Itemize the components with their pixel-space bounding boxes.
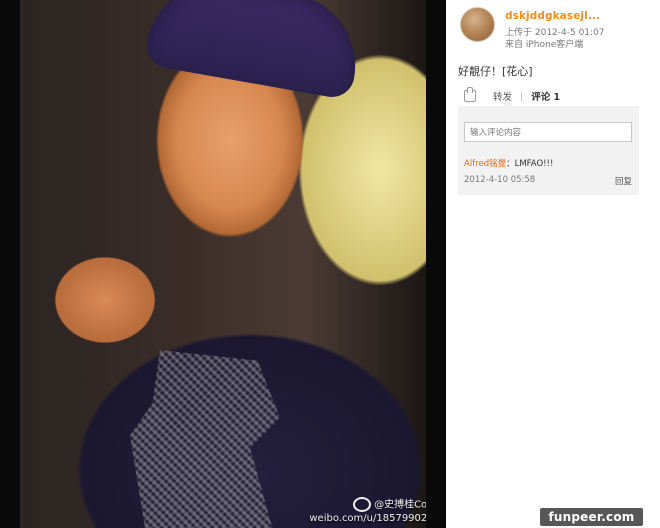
thumb-up-icon[interactable]: [464, 87, 476, 102]
comment-input[interactable]: [464, 122, 632, 142]
comment-section: Alfred铭覺：LMFAO!!! 2012-4-10 05:58 回复: [458, 100, 639, 195]
watermark-url: weibo.com/u/1857990262: [309, 513, 426, 524]
watermark-handle: @史搏桂Coffy: [374, 499, 426, 511]
reply-button[interactable]: 回复: [615, 175, 632, 187]
selfie-photo: @史搏桂Coffy weibo.com/u/1857990262: [20, 0, 426, 528]
weibo-icon: [353, 497, 372, 512]
comment-item: Alfred铭覺：LMFAO!!!: [464, 157, 553, 169]
avatar[interactable]: [460, 7, 495, 42]
photo-frame: @史搏桂Coffy weibo.com/u/1857990262: [0, 0, 446, 528]
post-caption: 好靚仔！[花心]: [458, 65, 533, 78]
username-link[interactable]: dskjddgkasejl...: [505, 10, 600, 22]
comment-date: 2012-4-10 05:58: [464, 175, 536, 185]
shirt-sequin-pattern: [130, 350, 280, 528]
upload-source: 来自 iPhone客户端: [505, 40, 584, 50]
site-brand-badge: funpeer.com: [540, 508, 643, 526]
comment-user-link[interactable]: Alfred铭覺: [464, 159, 506, 169]
baseball-cap: [143, 0, 367, 101]
photo-watermark: @史搏桂Coffy weibo.com/u/1857990262: [302, 497, 426, 525]
upload-time: 上传于 2012-4-5 01:07: [505, 28, 605, 38]
post-detail-panel: dskjddgkasejl... 上传于 2012-4-5 01:07 来自 i…: [446, 0, 660, 528]
comment-text: ：LMFAO!!!: [506, 159, 554, 169]
post-meta: 上传于 2012-4-5 01:07 来自 iPhone客户端: [505, 27, 605, 51]
action-separator: |: [520, 90, 524, 102]
comment-tab[interactable]: 评论 1: [531, 89, 560, 103]
